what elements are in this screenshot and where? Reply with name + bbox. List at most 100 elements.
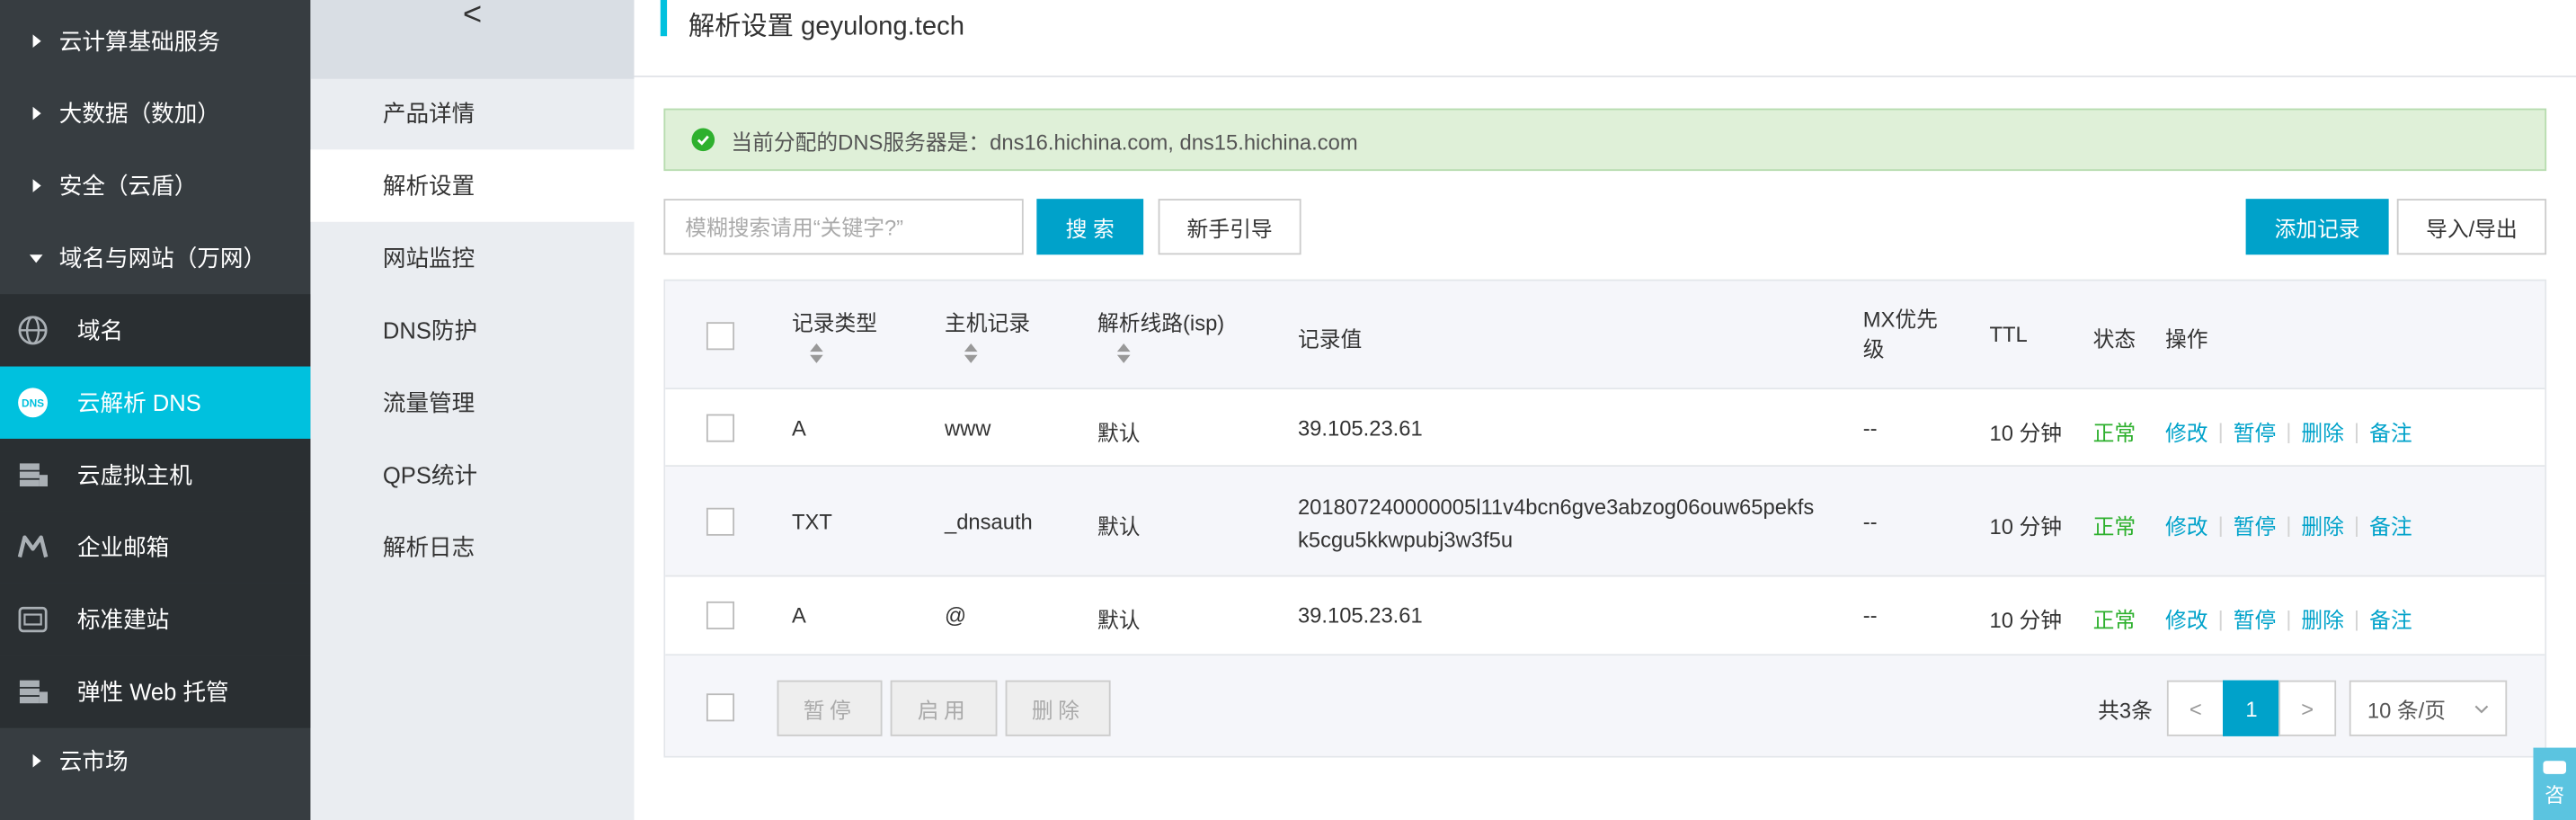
sidebar-category-security[interactable]: 安全（云盾） bbox=[0, 149, 310, 221]
search-button[interactable]: 搜 索 bbox=[1036, 199, 1144, 255]
import-export-button[interactable]: 导入/导出 bbox=[2396, 199, 2547, 255]
separator: | bbox=[2286, 419, 2292, 444]
total-count: 共3条 bbox=[2098, 698, 2153, 724]
next-page-button[interactable]: > bbox=[2278, 680, 2337, 736]
cell-value-line: k5cgu5kkwpubj3w3f5u bbox=[1297, 527, 1514, 553]
sidebar-category-marketplace[interactable]: 云市场 bbox=[0, 725, 310, 797]
guide-button[interactable]: 新手引导 bbox=[1158, 199, 1301, 255]
cell-line: 默认 bbox=[1097, 420, 1141, 446]
main-sidebar: 云计算基础服务 大数据（数加） 安全（云盾） 域名与网站（万网） 域名 DNS … bbox=[0, 0, 311, 820]
header-status: 状态 bbox=[2092, 326, 2136, 352]
server-icon bbox=[4, 675, 63, 709]
note-link[interactable]: 备注 bbox=[2369, 510, 2412, 541]
header-record-type[interactable]: 记录类型 bbox=[792, 306, 877, 363]
sidebar-item-enterprise-mail[interactable]: 企业邮箱 bbox=[0, 511, 311, 584]
add-record-button[interactable]: 添加记录 bbox=[2245, 199, 2389, 255]
cell-mx: -- bbox=[1862, 509, 1878, 534]
title-accent-bar bbox=[660, 0, 668, 37]
caret-down-icon bbox=[0, 254, 59, 263]
sidebar-item-virtual-host[interactable]: 云虚拟主机 bbox=[0, 438, 311, 512]
pause-link[interactable]: 暂停 bbox=[2234, 603, 2277, 635]
cell-status: 正常 bbox=[2092, 420, 2136, 446]
delete-link[interactable]: 删除 bbox=[2301, 603, 2344, 635]
sidebar-category-cloud-basic[interactable]: 云计算基础服务 bbox=[0, 4, 310, 76]
dns-server-notice: 当前分配的DNS服务器是：dns16.hichina.com, dns15.hi… bbox=[663, 108, 2547, 172]
sidebar-category-label: 安全（云盾） bbox=[58, 172, 198, 200]
row-checkbox[interactable] bbox=[706, 414, 735, 442]
batch-delete-button[interactable]: 删除 bbox=[1005, 680, 1111, 736]
header-host-record[interactable]: 主机记录 bbox=[945, 306, 1030, 363]
dns-records-table: 记录类型 主机记录 解析线路(isp) 记录值 MX优先 级 TTL 状态 操作… bbox=[663, 279, 2547, 758]
sidebar-item-cloud-dns[interactable]: DNS 云解析 DNS bbox=[0, 366, 311, 439]
collapse-button[interactable]: < bbox=[310, 0, 635, 79]
search-input[interactable] bbox=[663, 199, 1024, 255]
edit-link[interactable]: 修改 bbox=[2165, 510, 2208, 541]
batch-enable-button[interactable]: 启用 bbox=[890, 680, 998, 736]
edit-link[interactable]: 修改 bbox=[2165, 415, 2208, 447]
subnav-item-site-monitor[interactable]: 网站监控 bbox=[310, 222, 634, 294]
subnav-item-dns-log[interactable]: 解析日志 bbox=[310, 511, 634, 583]
sidebar-category-label: 云计算基础服务 bbox=[58, 28, 220, 55]
subnav-item-traffic-management[interactable]: 流量管理 bbox=[310, 367, 634, 439]
server-icon bbox=[4, 459, 63, 492]
sidebar-category-label: 云市场 bbox=[58, 747, 129, 774]
sidebar-item-standard-site[interactable]: 标准建站 bbox=[0, 583, 311, 656]
cell-status: 正常 bbox=[2092, 608, 2136, 633]
footer-select-all-checkbox[interactable] bbox=[706, 693, 735, 722]
subnav-item-product-details[interactable]: 产品详情 bbox=[310, 77, 634, 149]
row-checkbox[interactable] bbox=[706, 601, 735, 629]
header-operations: 操作 bbox=[2165, 326, 2208, 352]
sidebar-item-label: 标准建站 bbox=[76, 606, 170, 633]
header-divider bbox=[634, 76, 2576, 77]
row-actions: 修改 | 暂停 | 删除 | 备注 bbox=[2165, 603, 2412, 635]
delete-link[interactable]: 删除 bbox=[2301, 415, 2344, 447]
notice-text: 当前分配的DNS服务器是：dns16.hichina.com, dns15.hi… bbox=[731, 129, 1358, 154]
consult-widget[interactable]: 咨 bbox=[2533, 747, 2576, 820]
header-record-value: 记录值 bbox=[1297, 326, 1363, 352]
header-ttl: TTL bbox=[1989, 322, 2028, 347]
subnav-item-dns-settings[interactable]: 解析设置 bbox=[310, 149, 635, 222]
page-size-value: 10 条/页 bbox=[2367, 697, 2447, 723]
subnav-item-qps-stats[interactable]: QPS统计 bbox=[310, 439, 634, 511]
separator: | bbox=[2353, 419, 2360, 444]
separator: | bbox=[2286, 606, 2292, 631]
cell-status: 正常 bbox=[2092, 514, 2136, 539]
pause-link[interactable]: 暂停 bbox=[2234, 510, 2277, 541]
sidebar-category-domain-website[interactable]: 域名与网站（万网） bbox=[0, 222, 310, 294]
cell-value: 39.105.23.61 bbox=[1297, 415, 1423, 441]
sort-icon bbox=[1115, 343, 1132, 363]
row-actions: 修改 | 暂停 | 删除 | 备注 bbox=[2165, 510, 2412, 541]
chat-icon bbox=[2542, 758, 2568, 781]
sidebar-item-label: 企业邮箱 bbox=[76, 533, 170, 561]
table-footer: 暂停 启用 删除 共3条 < 1 > 10 条/页 bbox=[665, 655, 2545, 756]
edit-link[interactable]: 修改 bbox=[2165, 603, 2208, 635]
note-link[interactable]: 备注 bbox=[2369, 603, 2412, 635]
sidebar-category-bigdata[interactable]: 大数据（数加） bbox=[0, 77, 310, 149]
sidebar-item-domain[interactable]: 域名 bbox=[0, 294, 311, 367]
cell-value-line: 201807240000005l11v4bcn6gve3abzog06ouw65… bbox=[1297, 495, 1815, 520]
main-content: 解析设置 geyulong.tech 当前分配的DNS服务器是：dns16.hi… bbox=[634, 0, 2576, 820]
note-link[interactable]: 备注 bbox=[2369, 415, 2412, 447]
cell-mx: -- bbox=[1862, 602, 1878, 628]
page-title: 解析设置 geyulong.tech bbox=[688, 13, 965, 41]
separator: | bbox=[2217, 606, 2224, 631]
prev-page-button[interactable]: < bbox=[2166, 680, 2225, 736]
batch-pause-button[interactable]: 暂停 bbox=[777, 680, 883, 736]
delete-link[interactable]: 删除 bbox=[2301, 510, 2344, 541]
page-size-select[interactable]: 10 条/页 bbox=[2349, 680, 2508, 736]
header-label: 主机记录 bbox=[944, 310, 1031, 335]
check-circle-icon bbox=[691, 128, 715, 152]
select-all-checkbox[interactable] bbox=[706, 322, 735, 351]
sort-icon bbox=[963, 343, 979, 363]
header-resolution-line[interactable]: 解析线路(isp) bbox=[1097, 306, 1224, 363]
cell-ttl: 10 分钟 bbox=[1989, 514, 2063, 539]
page-1-button[interactable]: 1 bbox=[2223, 680, 2280, 736]
sidebar-item-web-hosting[interactable]: 弹性 Web 托管 bbox=[0, 655, 311, 728]
subnav-item-dns-protection[interactable]: DNS防护 bbox=[310, 294, 634, 366]
pause-link[interactable]: 暂停 bbox=[2234, 415, 2277, 447]
consult-label: 咨 bbox=[2545, 783, 2565, 807]
row-checkbox[interactable] bbox=[706, 507, 735, 536]
cell-value: 39.105.23.61 bbox=[1297, 602, 1423, 628]
dns-icon: DNS bbox=[4, 386, 63, 419]
svg-text:DNS: DNS bbox=[22, 397, 44, 409]
